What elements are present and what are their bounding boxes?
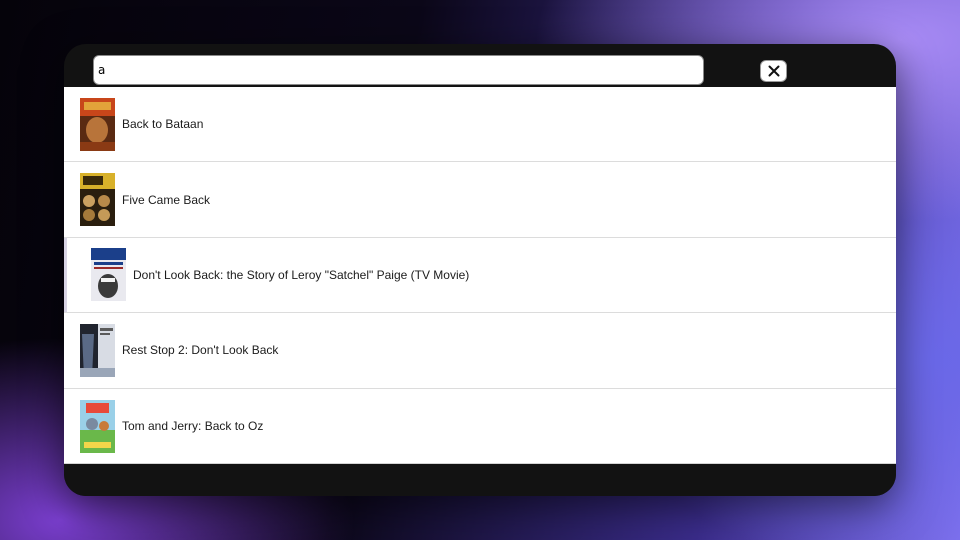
result-row-selected[interactable]: Don't Look Back: the Story of Leroy "Sat… (64, 237, 896, 314)
result-title: Tom and Jerry: Back to Oz (122, 419, 264, 434)
search-bar (64, 44, 896, 87)
result-title: Five Came Back (122, 192, 211, 207)
movie-poster (80, 173, 115, 227)
results-list: Back to Bataan Five Came Back Don't Look… (64, 87, 896, 464)
search-input[interactable] (93, 55, 704, 85)
app-window: Back to Bataan Five Came Back (64, 44, 896, 496)
result-title: Rest Stop 2: Don't Look Back (122, 343, 279, 358)
result-row[interactable]: Five Came Back (64, 162, 896, 238)
footer-bar (64, 464, 896, 496)
result-row[interactable]: Tom and Jerry: Back to Oz (64, 389, 896, 464)
movie-poster (80, 399, 115, 453)
result-title: Back to Bataan (122, 117, 204, 132)
result-title: Don't Look Back: the Story of Leroy "Sat… (133, 267, 470, 282)
result-row[interactable]: Rest Stop 2: Don't Look Back (64, 313, 896, 389)
movie-poster (91, 248, 126, 302)
result-row[interactable]: Back to Bataan (64, 87, 896, 163)
close-icon (768, 65, 779, 77)
close-button[interactable] (760, 60, 787, 82)
movie-poster (80, 323, 115, 377)
movie-poster (80, 97, 115, 151)
